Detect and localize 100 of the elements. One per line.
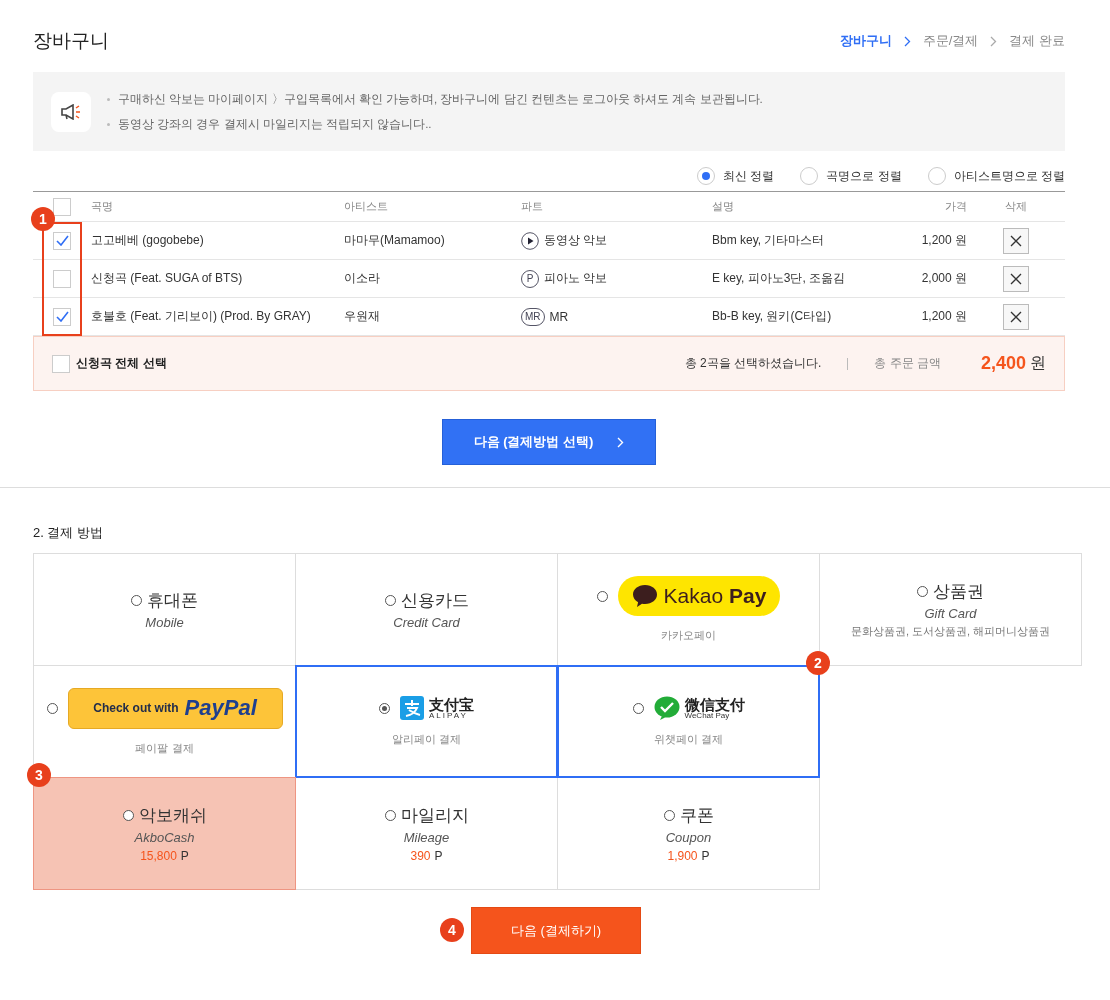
radio-button[interactable] (122, 810, 134, 821)
radio-button[interactable] (379, 702, 390, 714)
points-unit: P (180, 849, 189, 863)
wechat-pay-icon (653, 696, 680, 720)
column-header: 가격 (944, 199, 967, 214)
paypal-caption: Check out with (93, 701, 179, 715)
column-header: 곡명 (91, 199, 114, 214)
checkbox[interactable] (53, 231, 71, 250)
play-icon (521, 231, 539, 250)
total-amount: 2,400 (980, 353, 1026, 374)
selection-count: 총 2곡을 선택하셨습니다. (684, 355, 822, 372)
payment-method-card[interactable]: 支付宝 ALIPAY 알리페이 결제 (295, 665, 558, 778)
close-icon (1010, 310, 1022, 323)
sort-option-label[interactable]: 곡명으로 정렬 (826, 167, 902, 185)
points-unit: P (434, 849, 443, 863)
radio-button[interactable] (131, 595, 142, 606)
method-name: 쿠폰 (679, 805, 714, 827)
close-icon (1010, 234, 1022, 247)
method-caption: 위챗페이 결제 (653, 732, 724, 747)
notice-text: 구매하신 악보는 마이페이지 〉구입목록에서 확인 가능하며, 장바구니에 담긴 컨텐츠는 로그아웃 하셔도 계속 보관됩니다. (118, 91, 763, 107)
callout-badge: 1 (31, 207, 55, 231)
description-cell-text: E key, 피아노3단, 조옮김 (712, 270, 847, 287)
next-button[interactable]: 다음 (결제방법 선택) (442, 419, 656, 465)
page-title: 장바구니 (33, 29, 109, 53)
column-header: 설명 (712, 199, 735, 214)
method-subtitle: AkboCash (134, 830, 195, 845)
part-label: MR (549, 309, 569, 324)
alipay-icon (400, 696, 424, 720)
price-cell-text: 1,200 원 (920, 232, 967, 249)
payment-method-card[interactable]: 쿠폰 Coupon 1,900 P (557, 777, 820, 890)
step-label: 장바구니 (839, 32, 892, 50)
column-header: 파트 (521, 199, 544, 214)
radio-button[interactable] (596, 590, 608, 602)
song-title: 호불호 (Feat. 기리보이) (Prod. By GRAY) (91, 308, 312, 325)
method-caption: 알리페이 결제 (391, 732, 462, 747)
column-header: 삭제 (1004, 199, 1028, 214)
method-name: 신용카드 (400, 590, 469, 612)
method-name: 상품권 (933, 581, 984, 603)
song-title: 신청곡 (Feat. SUGA of BTS) (91, 270, 244, 287)
paypal-button[interactable]: Check out with PayPal (67, 687, 283, 729)
price-cell-text: 2,000 원 (920, 270, 967, 287)
method-subtitle: Gift Card (924, 606, 977, 621)
delete-button[interactable] (1003, 265, 1029, 292)
points-amount: 390 (410, 849, 431, 863)
points-amount: 15,800 (140, 849, 177, 863)
wechat-pay-logo-text: 微信支付 (684, 696, 745, 712)
description-cell-text: Bb-B key, 원키(C타입) (712, 308, 833, 325)
sort-option-label[interactable]: 아티스트명으로 정렬 (953, 167, 1065, 185)
points-amount: 1,900 (667, 849, 698, 863)
radio-button[interactable] (46, 702, 58, 714)
artist-cell-text: 이소라 (344, 270, 381, 287)
chevron-right-icon (617, 436, 625, 448)
notice-text: 동영상 강좌의 경우 결제시 마일리지는 적립되지 않습니다.. (118, 116, 432, 132)
speech-bubble-icon (631, 584, 658, 608)
sort-option-label[interactable]: 최신 정렬 (722, 167, 775, 185)
kakaopay-logo[interactable]: Kakao Pay (617, 576, 781, 616)
step-label: 주문/결제 (922, 32, 979, 50)
callout-badge: 4 (440, 918, 464, 942)
section-title: 2. 결제 방법 (33, 524, 105, 542)
checkbox[interactable] (53, 197, 71, 216)
check-icon (55, 311, 69, 322)
checkbox[interactable] (53, 269, 71, 288)
check-icon (55, 235, 69, 246)
price-cell-text: 1,200 원 (920, 308, 967, 325)
megaphone-icon (51, 91, 91, 132)
radio-button[interactable] (663, 810, 675, 821)
total-label: 총 주문 금액 (874, 355, 941, 372)
radio-button[interactable] (917, 586, 928, 597)
checkbox[interactable] (52, 354, 70, 373)
callout-badge: 3 (27, 763, 51, 787)
chevron-right-icon (903, 35, 911, 47)
method-caption: 페이팔 결제 (135, 740, 194, 756)
delete-button[interactable] (1003, 227, 1029, 254)
radio-button[interactable] (384, 595, 396, 606)
method-name: 악보캐쉬 (138, 805, 207, 827)
method-name: 휴대폰 (147, 590, 198, 612)
song-title: 고고베베 (gogobebe) (91, 232, 205, 249)
radio-button[interactable] (632, 702, 644, 714)
points-unit: P (701, 849, 710, 863)
radio-button[interactable] (384, 810, 396, 821)
close-icon (1010, 272, 1022, 285)
method-subtitle: Coupon (665, 830, 712, 845)
description-cell-text: Bbm key, 기타마스터 (712, 232, 826, 249)
method-note: 문화상품권, 도서상품권, 해피머니상품권 (850, 624, 1051, 639)
delete-button[interactable] (1003, 303, 1029, 330)
currency-unit: 원 (1030, 353, 1046, 373)
part-label: 동영상 악보 (544, 232, 608, 249)
method-name: 마일리지 (400, 805, 469, 827)
select-all-label[interactable]: 신청곡 전체 선택 (76, 355, 167, 372)
part-label: 피아노 악보 (544, 270, 608, 287)
method-caption: 카카오페이 (661, 628, 716, 643)
paypal-logo: PayPal (184, 695, 257, 721)
column-header: 아티스트 (344, 199, 389, 214)
chevron-right-icon (990, 35, 998, 47)
checkbox[interactable] (53, 307, 71, 326)
step-label: 결제 완료 (1009, 32, 1065, 50)
method-subtitle: Mobile (145, 615, 184, 630)
payment-method-card[interactable]: 휴대폰 Mobile (33, 553, 296, 666)
method-subtitle: Credit Card (393, 615, 460, 630)
artist-cell-text: 우원재 (344, 308, 381, 325)
